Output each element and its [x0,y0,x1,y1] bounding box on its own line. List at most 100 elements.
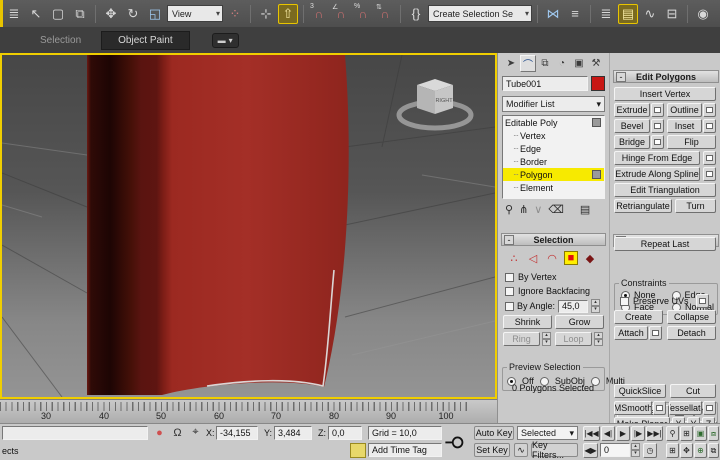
modifier-stack[interactable]: Editable Poly ···Vertex ···Edge ···Borde… [502,115,605,199]
select-scale-icon[interactable]: ◱ [145,4,165,24]
create-tab-icon[interactable]: ➤ [503,55,519,72]
collapse-button[interactable]: Collapse [667,310,716,324]
show-end-result-icon[interactable]: ⋔ [519,203,528,216]
time-ruler[interactable]: 30 40 50 60 70 80 90 100 [0,399,497,423]
ignore-backfacing-checkbox[interactable] [505,287,514,296]
viewport-canvas[interactable]: RIGHT [2,55,495,397]
stack-row-border[interactable]: ···Border [503,155,604,168]
select-by-name-icon[interactable]: ≣ [4,4,24,24]
degradation-bulb-icon[interactable]: ● [152,425,167,440]
ring-button[interactable]: Ring [503,332,540,346]
turn-button[interactable]: Turn [675,199,716,213]
set-keys-button[interactable]: ⚲ [442,435,467,450]
stack-onoff-icon[interactable] [592,170,601,179]
by-vertex-checkbox[interactable] [505,273,514,282]
schematic-view-icon[interactable]: ⊟ [662,4,682,24]
insert-vertex-button[interactable]: Insert Vertex [614,87,716,101]
tube-object[interactable] [87,55,349,395]
loop-spinner[interactable]: ▴▾ [594,332,603,346]
border-subobject-icon[interactable]: ◠ [545,251,559,265]
window-crossing-icon[interactable]: ⧉ [70,4,90,24]
y-coordinate-field[interactable]: 3,484 [274,426,312,440]
extrude-button[interactable]: Extrude [614,103,650,117]
inset-settings-icon[interactable] [703,119,716,133]
default-tangent-icon[interactable]: ∿ [514,443,528,457]
lock-icon[interactable]: Ω [170,425,185,440]
configure-modifier-sets-icon[interactable]: ▤ [580,203,590,216]
inset-button[interactable]: Inset [667,119,702,133]
edit-polygons-rollout-header[interactable]: - Edit Polygons [613,70,719,83]
attach-settings-icon[interactable] [649,326,662,340]
key-filters-button[interactable]: Key Filters... [531,443,578,457]
extrude-along-spline-button[interactable]: Extrude Along Spline [614,167,700,181]
shrink-button[interactable]: Shrink [503,315,552,329]
stack-onoff-icon[interactable] [592,118,601,127]
msmooth-settings-icon[interactable] [653,401,666,415]
spinner-snap-icon[interactable]: ⇅∩ [375,4,395,24]
x-coordinate-field[interactable]: -34,155 [216,426,258,440]
hierarchy-tab-icon[interactable]: ⧉ [537,55,553,72]
object-color-swatch[interactable] [591,76,605,91]
stack-row-editable-poly[interactable]: Editable Poly [503,116,604,129]
detach-button[interactable]: Detach [667,326,716,340]
time-configuration-button[interactable]: ◷ [643,443,657,458]
stack-row-vertex[interactable]: ···Vertex [503,129,604,142]
bevel-settings-icon[interactable] [651,119,664,133]
fov-icon[interactable]: ⊞ [666,443,679,458]
select-move-icon[interactable]: ✥ [101,4,121,24]
repeat-last-button[interactable]: Repeat Last [614,237,716,251]
next-frame-button[interactable]: |▶ [631,426,645,441]
current-frame-field[interactable]: 0 [600,443,630,457]
attach-button[interactable]: Attach [614,326,648,340]
play-button[interactable]: ▶ [616,426,630,441]
add-time-tag[interactable]: Add Time Tag [368,443,442,457]
key-mode-toggle[interactable]: ◀▶ [583,443,598,458]
flip-button[interactable]: Flip [667,135,716,149]
goto-end-button[interactable]: ▶▶| [646,426,663,441]
hinge-from-edge-button[interactable]: Hinge From Edge [614,151,700,165]
align-icon[interactable]: ≡ [565,4,585,24]
goto-start-button[interactable]: |◀◀ [583,426,600,441]
edit-named-sets-icon[interactable]: {} [406,4,426,24]
select-rotate-icon[interactable]: ↻ [123,4,143,24]
status-line-field[interactable] [2,426,148,440]
pan-icon[interactable]: ✥ [680,443,693,458]
key-filter-dropdown[interactable]: Selected ▾ [517,426,578,440]
stack-row-polygon[interactable]: ···Polygon [503,168,604,181]
keyboard-override-icon[interactable]: ⇧ [278,4,298,24]
by-angle-checkbox[interactable] [505,302,514,311]
motion-tab-icon[interactable]: ◔ [554,55,570,72]
modify-tab-icon[interactable]: ⌒ [520,55,536,72]
set-key-button[interactable]: Set Key [474,443,510,457]
material-editor-icon[interactable]: ◉ [693,4,713,24]
stack-row-edge[interactable]: ···Edge [503,142,604,155]
polygon-subobject-icon[interactable]: ■ [564,251,578,265]
grow-button[interactable]: Grow [555,315,604,329]
collapse-icon[interactable]: - [504,235,514,245]
curve-editor-icon[interactable]: ∿ [640,4,660,24]
collapse-icon[interactable]: - [616,72,626,82]
rectangular-region-icon[interactable]: ▢ [48,4,68,24]
layer-manager-icon[interactable]: ≣ [596,4,616,24]
pin-stack-icon[interactable]: ⚲ [505,203,513,216]
object-name-field[interactable]: Tube001 [502,76,588,91]
tab-object-paint[interactable]: Object Paint [101,31,189,50]
angle-value-field[interactable]: 45,0 [558,300,588,313]
display-tab-icon[interactable]: ▣ [571,55,587,72]
tessellate-settings-icon[interactable] [703,401,716,415]
angle-spinner[interactable]: ▴▾ [591,299,600,313]
zoom-extents-all-icon[interactable]: ⧈ [708,426,719,441]
tessellate-button[interactable]: Tessellate [669,401,702,415]
retriangulate-button[interactable]: Retriangulate [614,199,672,213]
transform-typein-icon[interactable]: ⌖ [188,425,203,440]
selection-lock-toggle[interactable] [350,443,366,458]
zoom-icon[interactable]: ⚲ [666,426,679,441]
selection-rollout-header[interactable]: - Selection [501,233,606,246]
modifier-list-dropdown[interactable]: Modifier List ▾ [502,96,605,112]
zoom-all-icon[interactable]: ⊞ [680,426,693,441]
mirror-icon[interactable]: ⋈ [543,4,563,24]
outline-settings-icon[interactable] [703,103,716,117]
hinge-settings-icon[interactable] [703,151,716,165]
tab-selection[interactable]: Selection [24,32,97,49]
loop-button[interactable]: Loop [555,332,592,346]
